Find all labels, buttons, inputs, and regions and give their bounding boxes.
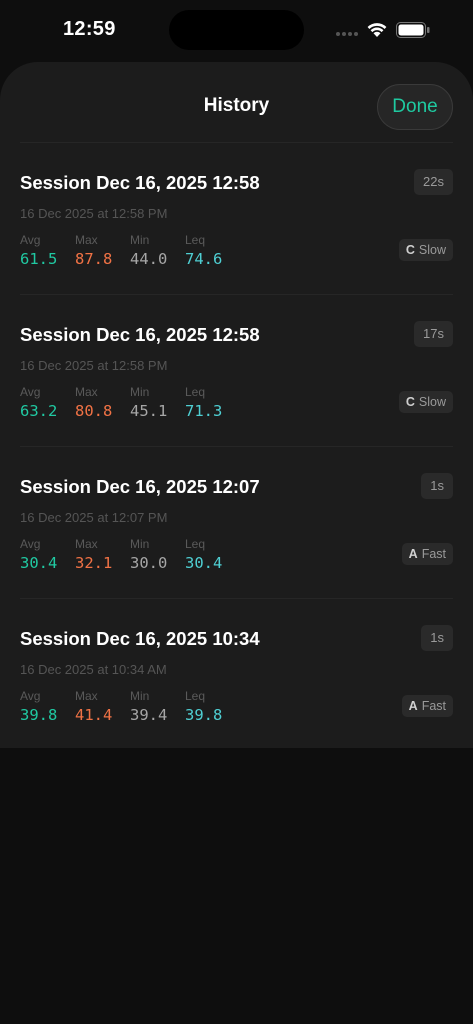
weighting-letter: A [408,699,418,713]
session-list: Session Dec 16, 2025 12:58 22s 16 Dec 20… [0,143,473,748]
metric-value: 61.5 [20,250,58,268]
metric-value: 30.4 [20,554,58,572]
metric-min: Min 44.0 [130,233,167,268]
sheet-header: History Done [20,62,453,143]
duration-badge: 1s [421,473,453,499]
metric-max: Max 32.1 [75,537,112,572]
session-row[interactable]: Session Dec 16, 2025 12:07 1s 16 Dec 202… [20,447,453,599]
weighting-badge: C Slow [398,391,453,413]
weighting-letter: C [405,395,415,409]
metric-label: Avg [20,385,41,399]
metric-label: Leq [185,233,206,247]
metric-value: 30.4 [185,554,223,572]
metric-value: 39.4 [130,706,168,724]
metric-max: Max 41.4 [75,689,112,724]
session-row[interactable]: Session Dec 16, 2025 12:58 17s 16 Dec 20… [20,295,453,447]
metric-value: 30.0 [130,554,168,572]
metric-leq: Leq 39.8 [185,689,222,724]
wifi-icon [367,23,387,37]
metric-label: Max [75,537,98,551]
duration-badge: 17s [414,321,453,347]
weighting-badge: A Fast [401,543,453,565]
session-date: 16 Dec 2025 at 12:58 PM [20,206,168,221]
metric-label: Min [130,689,150,703]
weighting-badge: A Fast [401,695,453,717]
metric-avg: Avg 63.2 [20,385,57,420]
response-speed: Slow [418,395,446,409]
metric-min: Min 30.0 [130,537,167,572]
metric-avg: Avg 61.5 [20,233,57,268]
metric-label: Max [75,689,98,703]
metric-value: 74.6 [185,250,223,268]
metric-label: Avg [20,537,41,551]
metric-label: Max [75,233,98,247]
metric-min: Min 39.4 [130,689,167,724]
metric-value: 41.4 [75,706,113,724]
response-speed: Slow [418,243,446,257]
duration-badge: 22s [414,169,453,195]
session-title: Session Dec 16, 2025 12:07 [20,476,260,497]
metric-value: 71.3 [185,402,223,420]
dynamic-island [169,10,304,50]
metric-label: Max [75,385,98,399]
weighting-badge: C Slow [398,239,453,261]
metric-max: Max 87.8 [75,233,112,268]
session-date: 16 Dec 2025 at 12:58 PM [20,358,168,373]
status-bar: 12:59 [0,0,473,60]
session-row[interactable]: Session Dec 16, 2025 10:34 1s 16 Dec 202… [20,599,453,748]
duration-badge: 1s [421,625,453,651]
metric-leq: Leq 74.6 [185,233,222,268]
status-time: 12:59 [63,18,116,40]
metric-label: Leq [185,385,206,399]
response-speed: Fast [421,699,446,713]
metric-label: Min [130,233,150,247]
metric-value: 63.2 [20,402,58,420]
metric-value: 45.1 [130,402,168,420]
metric-value: 39.8 [20,706,58,724]
session-date: 16 Dec 2025 at 10:34 AM [20,662,167,677]
metric-label: Min [130,537,150,551]
metric-leq: Leq 30.4 [185,537,222,572]
history-sheet: History Done Session Dec 16, 2025 12:58 … [0,62,473,748]
metric-avg: Avg 39.8 [20,689,57,724]
session-title: Session Dec 16, 2025 12:58 [20,324,260,345]
session-row[interactable]: Session Dec 16, 2025 12:58 22s 16 Dec 20… [20,143,453,295]
metric-max: Max 80.8 [75,385,112,420]
session-title: Session Dec 16, 2025 10:34 [20,628,260,649]
session-date: 16 Dec 2025 at 12:07 PM [20,510,168,525]
metric-label: Leq [185,689,206,703]
metric-label: Avg [20,233,41,247]
weighting-letter: C [405,243,415,257]
cellular-signal-icon [336,32,360,38]
metric-label: Leq [185,537,206,551]
metric-min: Min 45.1 [130,385,167,420]
session-title: Session Dec 16, 2025 12:58 [20,172,260,193]
metric-avg: Avg 30.4 [20,537,57,572]
response-speed: Fast [421,547,446,561]
metric-label: Avg [20,689,41,703]
weighting-letter: A [408,547,418,561]
metric-value: 39.8 [185,706,223,724]
metric-value: 32.1 [75,554,113,572]
metric-label: Min [130,385,150,399]
metric-value: 87.8 [75,250,113,268]
metric-value: 44.0 [130,250,168,268]
metric-value: 80.8 [75,402,113,420]
done-button[interactable]: Done [377,84,453,130]
metric-leq: Leq 71.3 [185,385,222,420]
battery-icon [396,22,430,38]
